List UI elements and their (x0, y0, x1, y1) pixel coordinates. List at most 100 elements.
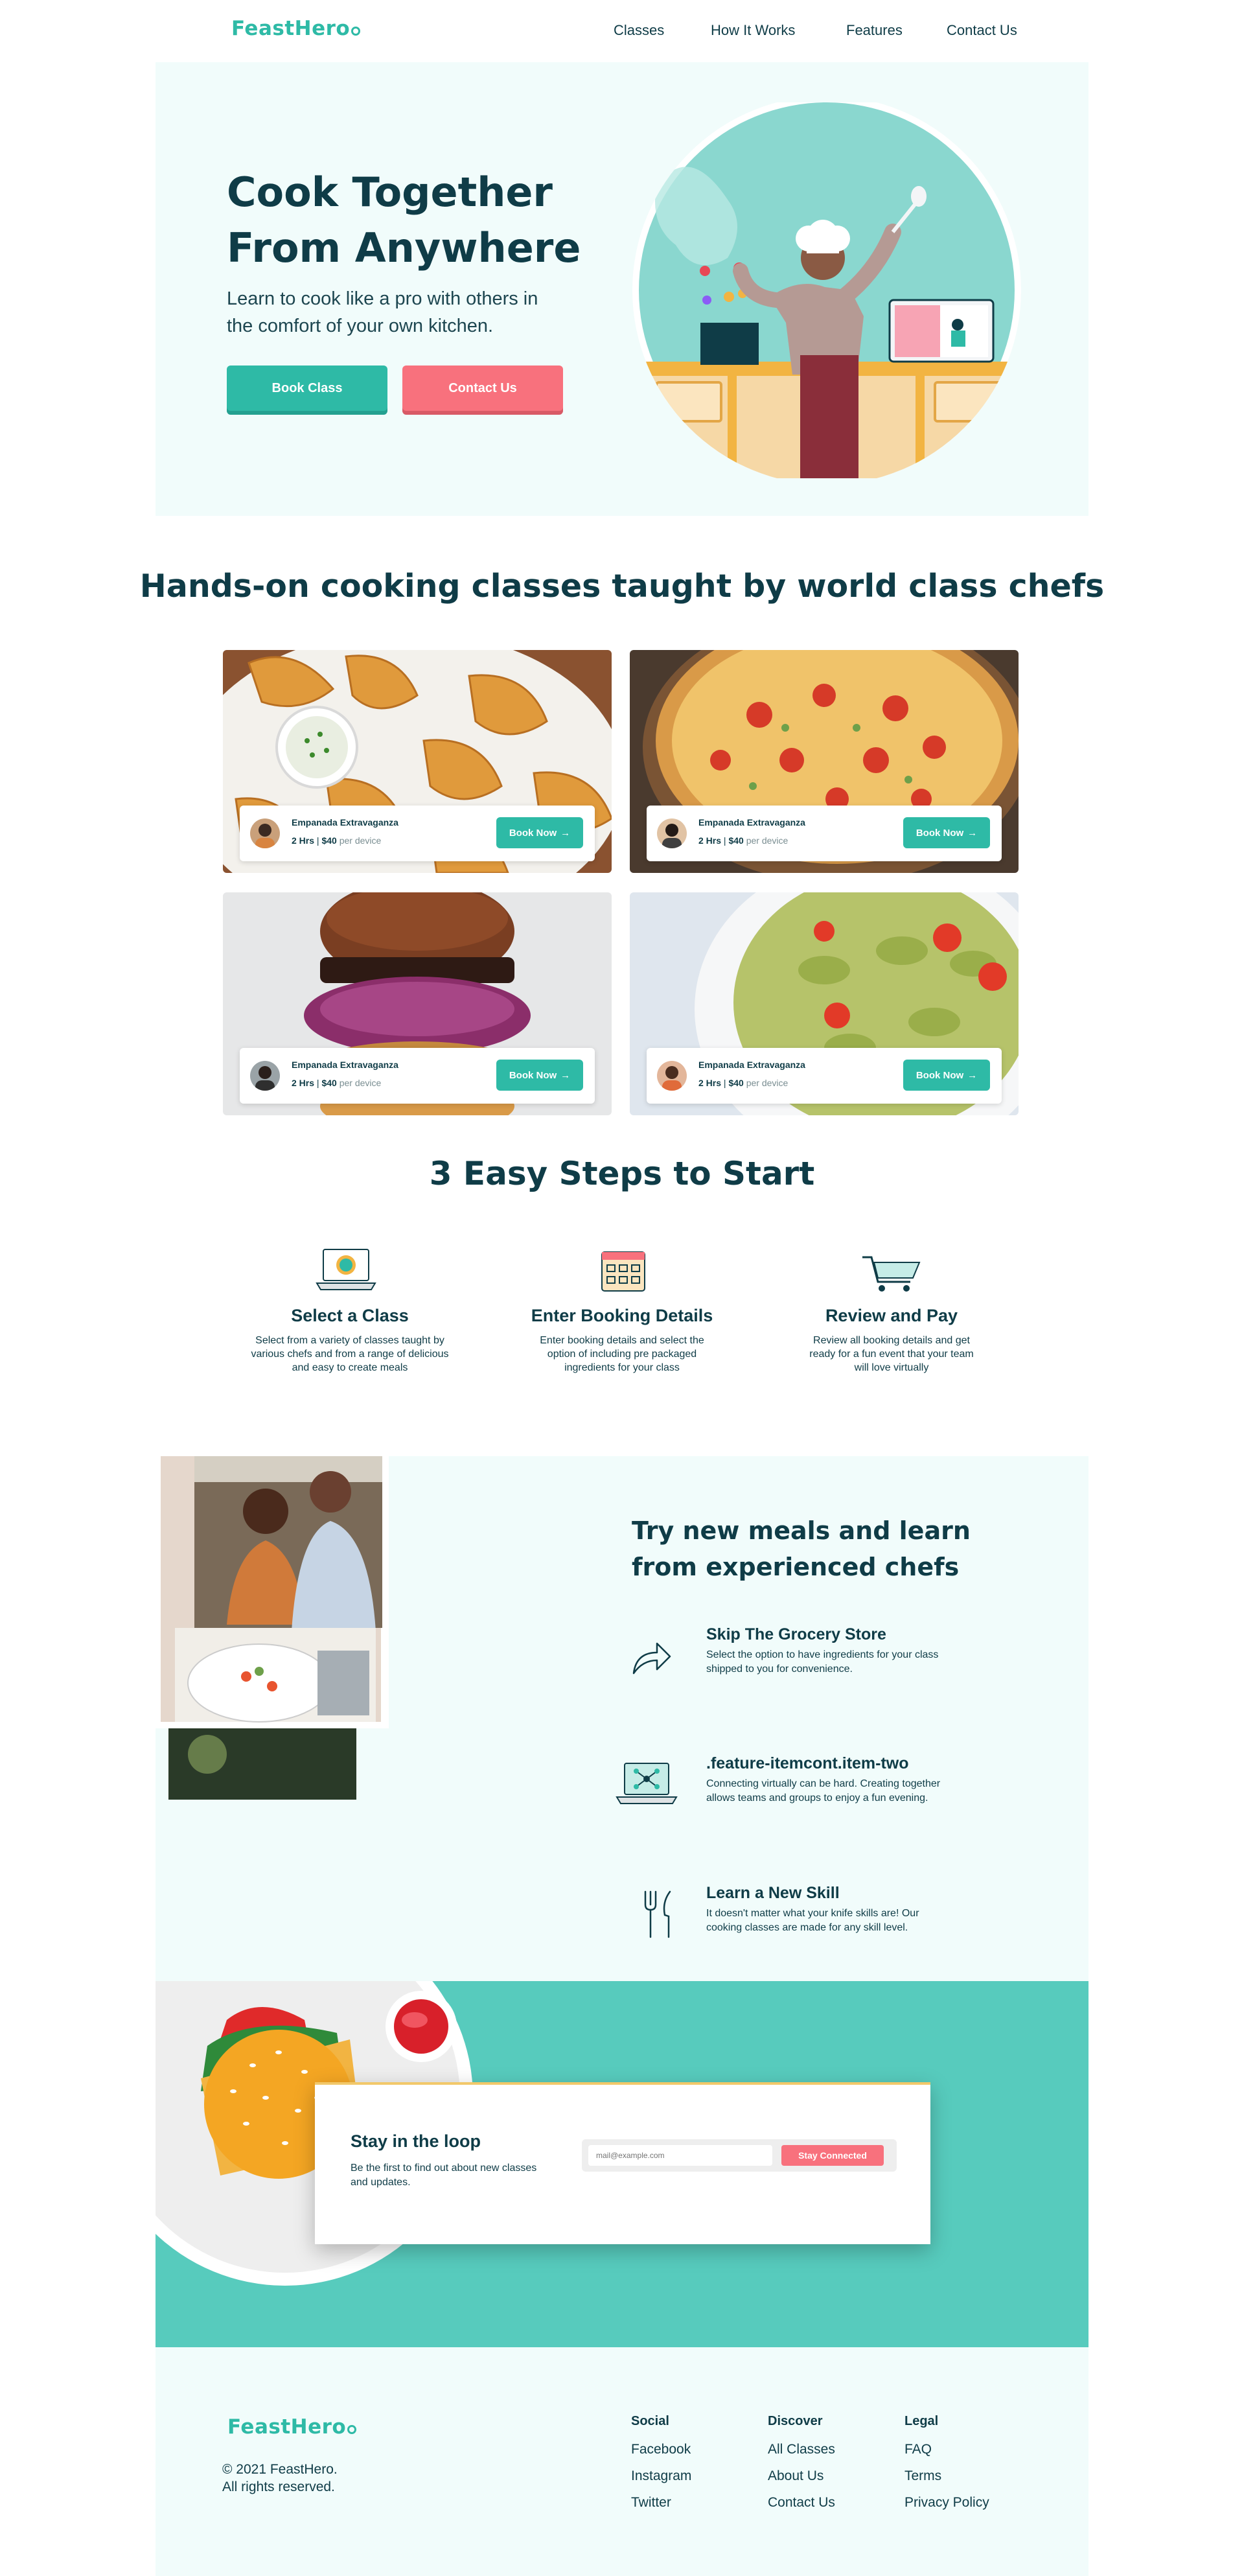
classes-section-title: Hands-on cooking classes taught by world… (139, 568, 1105, 605)
newsletter-card: Stay in the loop Be the first to find ou… (315, 2082, 930, 2244)
feature-line: shipped to you for convenience. (706, 1664, 853, 1675)
book-now-button[interactable]: Book Now → (903, 1060, 990, 1091)
hero-section: Cook Together From Anywhere Learn to coo… (156, 62, 1088, 516)
logo-ring-icon (347, 2425, 357, 2434)
footer-link-faq[interactable]: FAQ (904, 2442, 932, 2457)
nav-contact-us[interactable]: Contact Us (947, 22, 1017, 39)
feature-description: It doesn't matter what your knife skills… (706, 1907, 919, 1935)
step-line: various chefs and from a range of delici… (251, 1349, 449, 1360)
class-price-unit: per device (746, 835, 789, 846)
email-input[interactable] (588, 2145, 772, 2166)
book-now-button[interactable]: Book Now → (903, 817, 990, 848)
class-name: Empanada Extravaganza (292, 1060, 398, 1070)
arrow-right-icon: → (560, 827, 571, 839)
feature-description: Connecting virtually can be hard. Creati… (706, 1777, 940, 1805)
feature-line: allows teams and groups to enjoy a fun e… (706, 1793, 928, 1804)
feature-line: cooking classes are made for any skill l… (706, 1922, 908, 1933)
arrow-right-icon: → (560, 1069, 571, 1081)
brand-logo[interactable]: FeastHero (231, 17, 361, 40)
fork-knife-icon (644, 1890, 671, 1938)
newsletter-description: Be the first to find out about new class… (351, 2161, 536, 2190)
step-title: Review and Pay (825, 1306, 958, 1325)
calendar-icon (601, 1251, 645, 1292)
footer-link-twitter[interactable]: Twitter (631, 2495, 671, 2511)
network-laptop-icon (616, 1763, 678, 1804)
features-section: Try new meals and learn from experienced… (156, 1456, 1088, 1981)
chef-avatar (250, 1061, 280, 1091)
footer-link-all-classes[interactable]: All Classes (768, 2442, 835, 2457)
class-card-info: Empanada Extravaganza 2 Hrs | $40 per de… (647, 806, 1002, 861)
footer-link-instagram[interactable]: Instagram (631, 2468, 691, 2484)
step-title: Enter Booking Details (531, 1306, 713, 1325)
arrow-right-icon: → (967, 827, 978, 839)
hero-subtitle-line2: the comfort of your own kitchen. (227, 316, 494, 336)
hero-title: Cook Together From Anywhere (227, 165, 581, 276)
book-now-label: Book Now (509, 827, 557, 839)
copyright: © 2021 FeastHero. All rights reserved. (222, 2461, 338, 2496)
class-hours: 2 Hrs (698, 835, 722, 846)
class-card[interactable]: Empanada Extravaganza 2 Hrs | $40 per de… (630, 650, 1019, 873)
class-card-info: Empanada Extravaganza 2 Hrs | $40 per de… (647, 1048, 1002, 1104)
newsletter-line: Be the first to find out about new class… (351, 2163, 537, 2174)
footer-logo[interactable]: FeastHero (227, 2415, 357, 2439)
footer-link-contact-us[interactable]: Contact Us (768, 2495, 835, 2511)
feature-line: Connecting virtually can be hard. Creati… (706, 1778, 941, 1789)
nav-how-it-works[interactable]: How It Works (711, 22, 795, 39)
book-now-label: Book Now (509, 1069, 557, 1081)
class-card[interactable]: Empanada Extravaganza 2 Hrs | $40 per de… (223, 650, 612, 873)
class-price-unit: per device (339, 1078, 382, 1088)
logo-text: FeastHero (231, 17, 351, 40)
step-description: Enter booking details and select the opt… (505, 1334, 739, 1375)
class-card[interactable]: Empanada Extravaganza 2 Hrs | $40 per de… (223, 892, 612, 1115)
feature-title: .feature-itemcont.item-two (706, 1754, 909, 1772)
step-line: and easy to create meals (292, 1362, 408, 1373)
book-class-button[interactable]: Book Class (227, 366, 387, 411)
class-price: $40 (321, 1078, 337, 1088)
features-title-line2: from experienced chefs (632, 1553, 960, 1581)
footer-heading-discover: Discover (768, 2414, 823, 2428)
step-description: Review all booking details and get ready… (775, 1334, 1008, 1375)
step-line: option of including pre packaged (547, 1349, 697, 1360)
laptop-icon (316, 1249, 376, 1290)
copyright-line: © 2021 FeastHero. (222, 2462, 338, 2477)
newsletter-line: and updates. (351, 2177, 411, 2188)
feature-description: Select the option to have ingredients fo… (706, 1648, 938, 1677)
class-name: Empanada Extravaganza (698, 1060, 805, 1070)
hero-subtitle: Learn to cook like a pro with others in … (227, 285, 538, 340)
nav-classes[interactable]: Classes (614, 22, 664, 39)
logo-ring-icon (351, 27, 361, 36)
step-title: Select a Class (291, 1306, 409, 1325)
class-hours: 2 Hrs (292, 1078, 315, 1088)
nav-features[interactable]: Features (846, 22, 903, 39)
hero-title-line1: Cook Together (227, 168, 553, 216)
book-now-button[interactable]: Book Now → (496, 1060, 583, 1091)
stay-connected-button[interactable]: Stay Connected (781, 2145, 884, 2166)
footer-heading-social: Social (631, 2414, 669, 2428)
people-cooking-collage (156, 1456, 389, 1800)
hero-contact-button[interactable]: Contact Us (402, 366, 563, 411)
class-meta: 2 Hrs | $40 per device (698, 1078, 789, 1088)
top-navbar: FeastHero Classes How It Works Features … (0, 0, 1244, 62)
hero-title-line2: From Anywhere (227, 224, 581, 272)
step-line: ready for a fun event that your team (809, 1349, 974, 1360)
class-card[interactable]: Empanada Extravaganza 2 Hrs | $40 per de… (630, 892, 1019, 1115)
footer-link-privacy-policy[interactable]: Privacy Policy (904, 2495, 989, 2511)
newsletter-title: Stay in the loop (351, 2131, 481, 2151)
class-card-info: Empanada Extravaganza 2 Hrs | $40 per de… (240, 1048, 595, 1104)
footer-link-terms[interactable]: Terms (904, 2468, 941, 2484)
feature-title: Skip The Grocery Store (706, 1625, 886, 1643)
arrow-right-icon: → (967, 1069, 978, 1081)
feature-line: Select the option to have ingredients fo… (706, 1649, 939, 1660)
class-meta: 2 Hrs | $40 per device (292, 835, 382, 846)
book-now-button[interactable]: Book Now → (496, 817, 583, 848)
step-line: will love virtually (854, 1362, 929, 1373)
step-line: Select from a variety of classes taught … (255, 1335, 444, 1346)
footer-link-facebook[interactable]: Facebook (631, 2442, 691, 2457)
class-price: $40 (728, 1078, 744, 1088)
footer-link-about-us[interactable]: About Us (768, 2468, 824, 2484)
feature-title: Learn a New Skill (706, 1884, 840, 1902)
class-price-unit: per device (746, 1078, 789, 1088)
chef-avatar (657, 1061, 687, 1091)
footer-heading-legal: Legal (904, 2414, 939, 2428)
class-price-unit: per device (339, 835, 382, 846)
